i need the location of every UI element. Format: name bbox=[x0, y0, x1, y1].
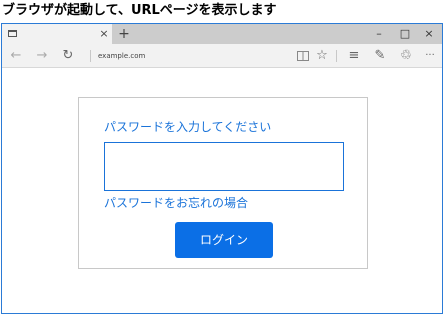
password-prompt-label: パスワードを入力してください bbox=[104, 120, 272, 134]
tab-close-icon[interactable]: × bbox=[98, 26, 110, 42]
toolbar-divider bbox=[336, 50, 337, 62]
browser-toolbar: ← → ↻ example.com ☆ ≡ ✎ ♲ ··· bbox=[2, 44, 442, 68]
refresh-icon[interactable]: ↻ bbox=[60, 47, 76, 65]
password-input[interactable] bbox=[104, 142, 344, 191]
minimize-icon[interactable]: – bbox=[372, 26, 386, 42]
more-icon[interactable]: ··· bbox=[422, 47, 438, 65]
back-icon[interactable]: ← bbox=[8, 47, 24, 65]
share-icon[interactable]: ♲ bbox=[398, 47, 414, 65]
reading-view-icon[interactable] bbox=[296, 47, 312, 65]
forgot-password-link[interactable]: パスワードをお忘れの場合 bbox=[104, 194, 248, 212]
active-tab[interactable]: × bbox=[2, 24, 112, 44]
web-note-icon[interactable]: ✎ bbox=[372, 47, 388, 65]
maximize-icon[interactable]: □ bbox=[398, 26, 412, 42]
new-tab-icon[interactable]: + bbox=[118, 25, 130, 43]
login-button[interactable]: ログイン bbox=[175, 222, 273, 258]
hub-icon[interactable]: ≡ bbox=[346, 47, 362, 65]
window-close-icon[interactable]: × bbox=[422, 26, 436, 42]
page-content: パスワードを入力してください パスワードをお忘れの場合 ログイン bbox=[2, 68, 442, 313]
favorite-icon[interactable]: ☆ bbox=[314, 47, 330, 65]
page-icon bbox=[8, 30, 17, 37]
address-bar[interactable]: example.com bbox=[98, 49, 145, 63]
forward-icon[interactable]: → bbox=[34, 47, 50, 65]
login-card: パスワードを入力してください パスワードをお忘れの場合 ログイン bbox=[78, 97, 368, 269]
toolbar-divider bbox=[90, 50, 91, 62]
caption-text: ブラウザが起動して、URLページを表示します bbox=[2, 3, 277, 18]
browser-window: × + – □ × ← → ↻ example.com ☆ ≡ ✎ ♲ ··· … bbox=[1, 23, 443, 314]
tab-bar: × + – □ × bbox=[2, 24, 442, 44]
